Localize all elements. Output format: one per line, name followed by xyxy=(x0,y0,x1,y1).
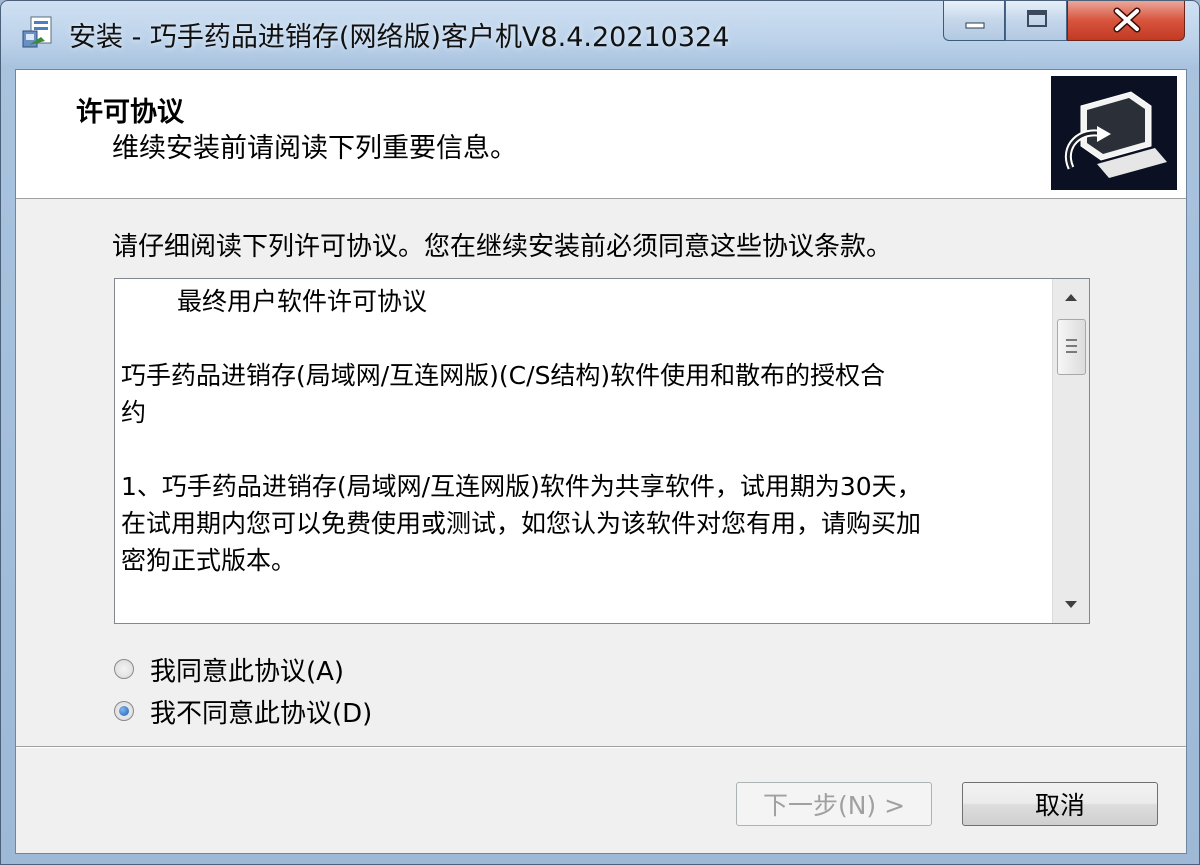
license-text: 最终用户软件许可协议 巧手药品进销存(局域网/互连网版)(C/S结构)软件使用和… xyxy=(121,283,1043,579)
license-textbox[interactable]: 最终用户软件许可协议 巧手药品进销存(局域网/互连网版)(C/S结构)软件使用和… xyxy=(114,278,1090,624)
agree-label[interactable]: 我同意此协议(A) xyxy=(150,651,344,688)
agree-radio[interactable] xyxy=(114,659,134,679)
separator xyxy=(16,746,1186,748)
installer-window: 安装 - 巧手药品进销存(网络版)客户机V8.4.20210324 许可协议 维… xyxy=(0,0,1200,865)
vertical-scrollbar[interactable] xyxy=(1052,279,1089,623)
page-title: 许可协议 xyxy=(76,97,184,128)
scroll-up-button[interactable] xyxy=(1053,279,1089,315)
disagree-radio[interactable] xyxy=(114,701,134,721)
instruction-text: 请仔细阅读下列许可协议。您在继续安装前必须同意这些协议条款。 xyxy=(112,232,893,262)
license-title: 最终用户软件许可协议 xyxy=(177,287,428,316)
agree-option[interactable]: 我同意此协议(A) xyxy=(114,651,344,688)
wizard-header: 许可协议 维续安装前请阅读下列重要信息。 xyxy=(16,70,1186,199)
arrow-up-icon xyxy=(1065,294,1077,301)
license-line: 1、巧手药品进销存(局域网/互连网版)软件为共享软件，试用期为30天， xyxy=(121,472,922,501)
scroll-down-button[interactable] xyxy=(1053,587,1089,623)
cancel-button[interactable]: 取消 xyxy=(962,782,1158,826)
license-line: 约 xyxy=(121,398,147,427)
license-line: 巧手药品进销存(局域网/互连网版)(C/S结构)软件使用和散布的授权合 xyxy=(121,361,886,390)
wizard-client-area: 许可协议 维续安装前请阅读下列重要信息。 请仔细阅读下列许可协议。您在继续安装前… xyxy=(15,69,1187,854)
maximize-button[interactable] xyxy=(1005,1,1067,41)
installer-icon xyxy=(21,15,55,51)
page-subtitle: 维续安装前请阅读下列重要信息。 xyxy=(112,133,517,164)
window-title: 安装 - 巧手药品进销存(网络版)客户机V8.4.20210324 xyxy=(69,22,730,53)
scroll-thumb[interactable] xyxy=(1057,319,1086,375)
computer-install-logo xyxy=(1051,76,1177,190)
close-icon xyxy=(1113,7,1141,33)
disagree-label[interactable]: 我不同意此协议(D) xyxy=(150,693,372,730)
license-line: 密狗正式版本。 xyxy=(121,546,297,575)
disagree-option[interactable]: 我不同意此协议(D) xyxy=(114,693,372,730)
grip-icon xyxy=(1066,339,1077,353)
next-button[interactable]: 下一步(N) > xyxy=(736,782,932,826)
minimize-button[interactable] xyxy=(943,1,1005,41)
close-button[interactable] xyxy=(1067,1,1185,41)
license-line: 在试用期内您可以免费使用或测试，如您认为该软件对您有用，请购买加 xyxy=(121,509,922,538)
arrow-down-icon xyxy=(1065,601,1077,608)
title-bar[interactable]: 安装 - 巧手药品进销存(网络版)客户机V8.4.20210324 xyxy=(1,1,1199,67)
